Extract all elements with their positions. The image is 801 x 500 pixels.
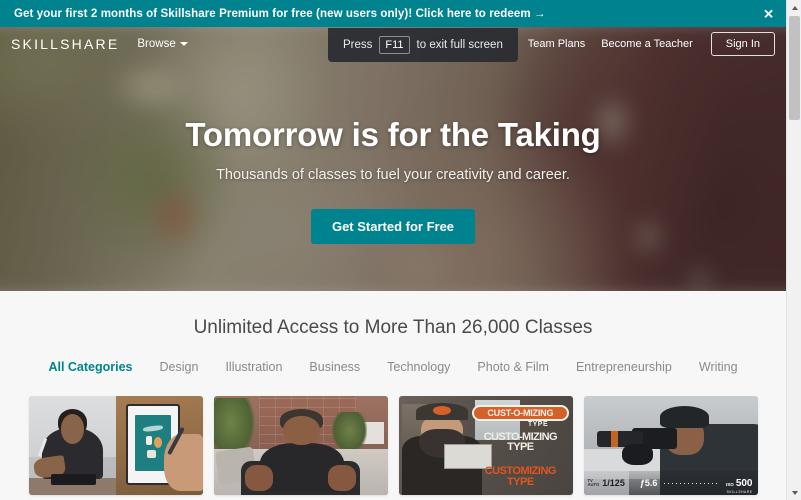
card2-person-arm-left [244, 465, 273, 492]
card4-iso-group: ISO 500 [726, 478, 752, 489]
navbar-right-group: Team Plans Become a Teacher Sign In [528, 31, 775, 56]
tab-photo-and-film[interactable]: Photo & Film [477, 360, 549, 374]
card4-meter-ticks [664, 482, 720, 484]
page-content: Get your first 2 months of Skillshare Pr… [0, 0, 786, 500]
scroll-up-arrow-icon[interactable] [787, 0, 801, 15]
fullscreen-toast-prefix: Press [343, 39, 373, 52]
category-tabs: All Categories Design Illustration Busin… [0, 360, 786, 374]
hero-section: SKILLSHARE Browse Team Plans Become a Te… [0, 27, 786, 291]
card1-letter-blob [153, 437, 162, 449]
card1-script-lettering [142, 425, 164, 433]
card4-hud-mode-labels: TV AUTO [587, 478, 600, 488]
card3-lettering-line-2: CUSTO-MIZING TYPE [483, 430, 558, 454]
card1-left-photo [28, 396, 116, 495]
card4-gloved-hand [621, 443, 654, 466]
card4-brand-watermark: SKILLSHARE [726, 490, 753, 494]
scroll-down-arrow-icon[interactable] [787, 485, 801, 500]
tab-entrepreneurship[interactable]: Entrepreneurship [576, 360, 672, 374]
classes-section: Unlimited Access to More Than 26,000 Cla… [0, 291, 786, 500]
close-icon[interactable]: ✕ [763, 7, 774, 20]
card4-mode-label-2: AUTO [587, 482, 600, 488]
hero-title: Tomorrow is for the Taking [185, 116, 601, 153]
class-card-photography[interactable]: TV AUTO 1/125 ƒ5.6 ISO 500 SKILLSHARE [583, 396, 758, 495]
tab-writing[interactable]: Writing [699, 360, 738, 374]
scrollbar-thumb[interactable] [789, 16, 800, 120]
tab-technology[interactable]: Technology [387, 360, 450, 374]
get-started-button[interactable]: Get Started for Free [310, 209, 476, 245]
card1-letter-shape-2 [147, 449, 157, 459]
card1-letter-shape-1 [145, 436, 153, 446]
class-card-illustration-tablet[interactable] [28, 396, 203, 495]
class-card-customizing-type[interactable]: CUST-O-MIZING TYPE CUSTO-MIZING TYPE CUS… [398, 396, 573, 495]
card3-lettering-line-3: CUSTOMIZING TYPE [484, 465, 557, 488]
section-title: Unlimited Access to More Than 26,000 Cla… [193, 317, 593, 338]
fullscreen-exit-toast: Press F11 to exit full screen [328, 28, 518, 63]
card4-iso-label: ISO [726, 481, 734, 487]
class-card-list: CUST-O-MIZING TYPE CUSTO-MIZING TYPE CUS… [0, 396, 786, 495]
card4-person-beanie [660, 405, 709, 428]
nav-link-team-plans[interactable]: Team Plans [528, 38, 585, 50]
class-card-interview-sofa[interactable] [213, 396, 388, 495]
nav-link-become-a-teacher[interactable]: Become a Teacher [601, 38, 693, 50]
triangle-down-icon [791, 490, 798, 495]
tab-all-categories[interactable]: All Categories [48, 360, 132, 374]
card4-iso-value: 500 [735, 477, 753, 489]
promo-banner-text[interactable]: Get your first 2 months of Skillshare Pr… [14, 8, 546, 20]
triangle-up-icon [791, 5, 798, 10]
tab-design[interactable]: Design [160, 360, 199, 374]
card1-drawing-tablet [51, 474, 97, 486]
card4-hud-left-box: TV AUTO 1/125 [583, 471, 629, 495]
card3-lettering-line-1b: TYPE [527, 420, 549, 428]
hero-content: Tomorrow is for the Taking Thousands of … [0, 27, 786, 291]
card1-right-photo [115, 396, 203, 495]
sign-in-button[interactable]: Sign In [710, 31, 775, 56]
browser-viewport: Get your first 2 months of Skillshare Pr… [0, 0, 801, 500]
f11-key-badge: F11 [379, 36, 410, 55]
card2-person-head [283, 415, 320, 446]
card4-exposure-meter [664, 471, 720, 495]
promo-banner[interactable]: Get your first 2 months of Skillshare Pr… [0, 0, 786, 27]
card4-lens-ring [611, 430, 619, 448]
card2-person-arm-right [328, 465, 357, 492]
skillshare-logo[interactable]: SKILLSHARE [11, 36, 119, 52]
card4-shutter-speed: 1/125 [602, 478, 625, 489]
card4-aperture: ƒ5.6 [639, 478, 658, 489]
card2-plant-right [331, 411, 367, 454]
card1-person-head [60, 413, 85, 444]
card3-cap-badge [433, 405, 451, 415]
browse-menu[interactable]: Browse [137, 37, 188, 50]
hero-subtitle: Thousands of classes to fuel your creati… [216, 167, 570, 184]
card4-camera-hud: TV AUTO 1/125 ƒ5.6 ISO 500 SKILLSHARE [583, 471, 758, 495]
browse-label: Browse [137, 37, 176, 50]
page-scrollbar[interactable] [786, 0, 801, 500]
chevron-down-icon [179, 41, 188, 46]
tab-business[interactable]: Business [309, 360, 360, 374]
fullscreen-toast-suffix: to exit full screen [416, 39, 503, 52]
tab-illustration[interactable]: Illustration [225, 360, 282, 374]
card1-hand [164, 433, 203, 492]
card3-lettering-line-1: CUST-O-MIZING [471, 404, 570, 421]
